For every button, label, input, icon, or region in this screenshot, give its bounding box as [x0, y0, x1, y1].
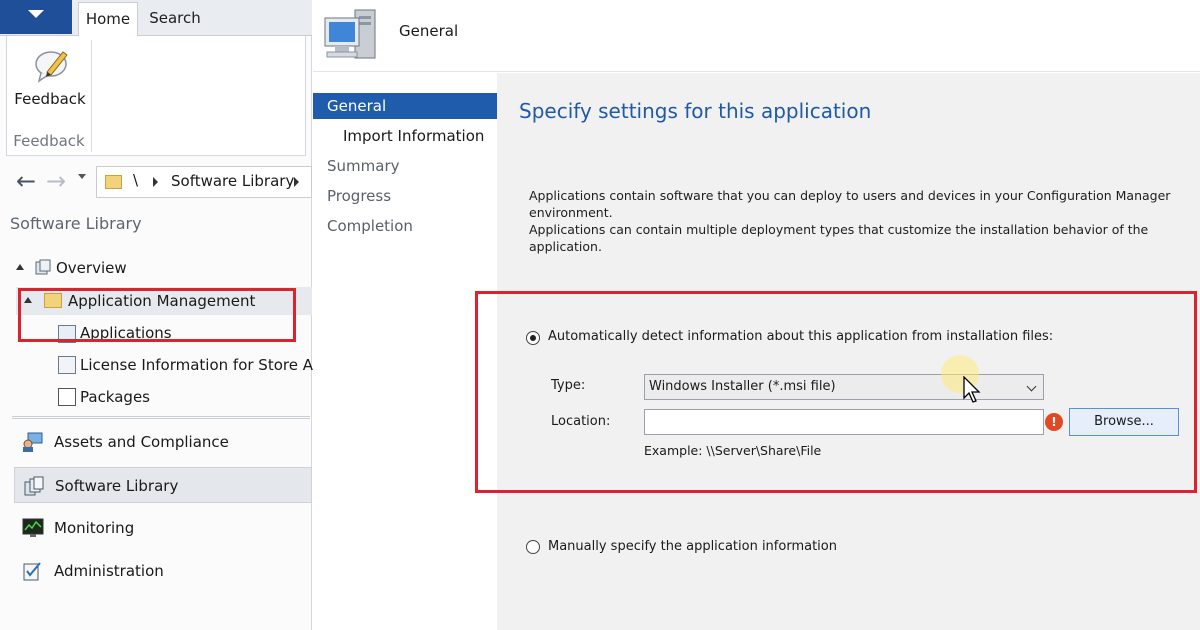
step-completion[interactable]: Completion [327, 213, 413, 239]
history-dropdown-icon[interactable] [78, 174, 86, 179]
assets-icon [23, 432, 43, 452]
mouse-pointer-icon [963, 376, 981, 403]
workspace-button-label: Monitoring [54, 519, 135, 537]
highlight-box [18, 288, 296, 342]
chevron-down-icon [1026, 381, 1037, 392]
license-icon [58, 356, 76, 374]
step-general[interactable]: General [313, 93, 497, 119]
auto-detect-radio[interactable] [526, 331, 540, 345]
workspace-button-administration[interactable]: Administration [14, 553, 312, 589]
address-root[interactable]: \ [133, 171, 138, 189]
tree-item-label: License Information for Store Apps [80, 356, 340, 374]
location-label: Location: [551, 414, 611, 429]
browse-button[interactable]: Browse... [1069, 408, 1179, 436]
breadcrumb[interactable]: Software Library [171, 172, 294, 190]
wizard-content: Specify settings for this application Ap… [475, 73, 1200, 630]
manual-specify-radio[interactable] [526, 540, 540, 554]
workspace-button-label: Assets and Compliance [54, 433, 229, 451]
tree-item-label: Packages [80, 388, 150, 406]
workspace-button-label: Software Library [55, 477, 179, 495]
back-arrow-icon[interactable]: ← [12, 168, 40, 194]
administration-icon [23, 562, 41, 581]
location-input[interactable] [644, 409, 1044, 435]
type-label: Type: [551, 378, 586, 393]
computer-icon [324, 9, 376, 59]
expand-icon[interactable] [16, 264, 24, 270]
file-menu-button[interactable] [0, 0, 72, 34]
auto-detect-label[interactable]: Automatically detect information about t… [548, 329, 1053, 344]
feedback-icon [35, 51, 68, 83]
tab-home[interactable]: Home [78, 2, 138, 37]
step-import-information[interactable]: Import Information [343, 123, 484, 149]
step-summary[interactable]: Summary [327, 153, 400, 179]
feedback-button-label: Feedback [14, 90, 86, 108]
monitoring-icon [22, 518, 44, 537]
intro-line: Applications contain software that you c… [529, 188, 1171, 220]
navigation-bar: ← → \ Software Library [8, 162, 312, 200]
wizard-header-title: General [399, 22, 459, 40]
folder-icon [105, 175, 122, 189]
console-left-pane: Home Search Feedback Feedback ← → \ Soft… [0, 0, 340, 630]
package-icon [58, 388, 76, 406]
workspace-button-software-library[interactable]: Software Library [14, 467, 312, 503]
workspace-button-label: Administration [54, 562, 164, 580]
feedback-button[interactable]: Feedback [11, 40, 89, 118]
workspace-title: Software Library [10, 214, 142, 233]
type-select[interactable]: Windows Installer (*.msi file) [644, 374, 1044, 400]
wizard-header: General [313, 0, 1200, 72]
group-separator [91, 40, 92, 152]
manual-specify-label[interactable]: Manually specify the application informa… [548, 539, 837, 554]
chevron-right-icon[interactable] [294, 177, 299, 187]
overview-icon [35, 259, 51, 275]
ribbon-group-label: Feedback [13, 132, 85, 150]
intro-line: Applications can contain multiple deploy… [529, 222, 1149, 254]
chevron-down-icon [28, 10, 44, 18]
error-icon: ! [1045, 413, 1063, 431]
intro-text: Applications contain software that you c… [529, 187, 1189, 255]
chevron-right-icon[interactable] [153, 177, 158, 187]
location-example: Example: \\Server\Share\File [644, 443, 822, 458]
page-title: Specify settings for this application [519, 99, 872, 123]
splitter-divider[interactable] [12, 416, 310, 419]
ribbon-panel: Feedback Feedback [6, 36, 306, 156]
ribbon-tab-strip: Home Search [0, 0, 312, 37]
address-bar[interactable]: \ Software Library [96, 166, 312, 198]
tree-item-label: Overview [56, 259, 127, 277]
software-library-icon [24, 476, 44, 496]
forward-arrow-icon[interactable]: → [42, 168, 70, 194]
workspace-button-assets[interactable]: Assets and Compliance [14, 424, 312, 460]
tab-search[interactable]: Search [140, 2, 210, 36]
step-progress[interactable]: Progress [327, 183, 391, 209]
wizard-steps: General Import Information Summary Progr… [313, 73, 497, 630]
type-select-value: Windows Installer (*.msi file) [649, 379, 836, 394]
workspace-button-monitoring[interactable]: Monitoring [14, 510, 312, 546]
